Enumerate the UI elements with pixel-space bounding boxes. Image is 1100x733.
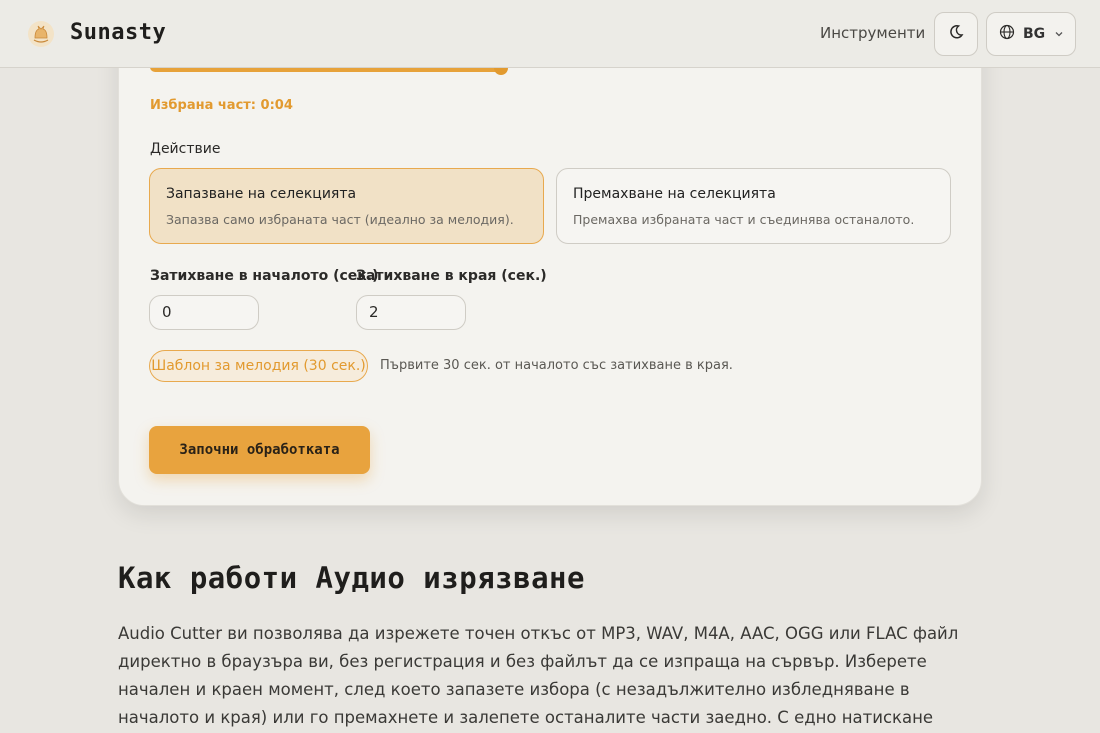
- action-label: Действие: [150, 141, 221, 157]
- option-description: Премахва избраната част и съединява оста…: [573, 212, 915, 227]
- language-code: BG: [1023, 26, 1046, 42]
- language-selector[interactable]: BG: [986, 12, 1076, 56]
- fade-in-label: Затихване в началото (сек.): [150, 268, 379, 284]
- fade-in-input[interactable]: 0: [149, 295, 259, 330]
- option-title: Запазване на селекцията: [166, 186, 357, 202]
- globe-icon: [999, 24, 1015, 44]
- fade-out-label: Затихване в края (сек.): [356, 268, 547, 284]
- preset-description: Първите 30 сек. от началото със затихван…: [380, 358, 733, 373]
- chevron-down-icon: [1053, 25, 1065, 44]
- cat-logo-icon[interactable]: [26, 19, 56, 49]
- section-heading: Как работи Аудио изрязване: [118, 561, 585, 595]
- fade-out-input[interactable]: 2: [356, 295, 466, 330]
- start-processing-button[interactable]: Започни обработката: [149, 426, 370, 474]
- section-paragraph: Audio Cutter ви позволява да изрежете то…: [118, 624, 959, 727]
- top-header: Sunasty Инструменти BG: [0, 0, 1100, 68]
- theme-toggle-button[interactable]: [934, 12, 978, 56]
- brand-name[interactable]: Sunasty: [70, 20, 166, 45]
- selected-part-readout: Избрана част: 0:04: [150, 98, 293, 113]
- keep-selection-option[interactable]: Запазване на селекцията Запазва само изб…: [149, 168, 544, 244]
- ringtone-preset-button[interactable]: Шаблон за мелодия (30 сек.): [149, 350, 368, 382]
- nav-tools-link[interactable]: Инструменти: [820, 24, 925, 42]
- option-title: Премахване на селекцията: [573, 186, 776, 202]
- moon-icon: [948, 24, 964, 44]
- remove-selection-option[interactable]: Премахване на селекцията Премахва избран…: [556, 168, 951, 244]
- option-description: Запазва само избраната част (идеално за …: [166, 212, 514, 227]
